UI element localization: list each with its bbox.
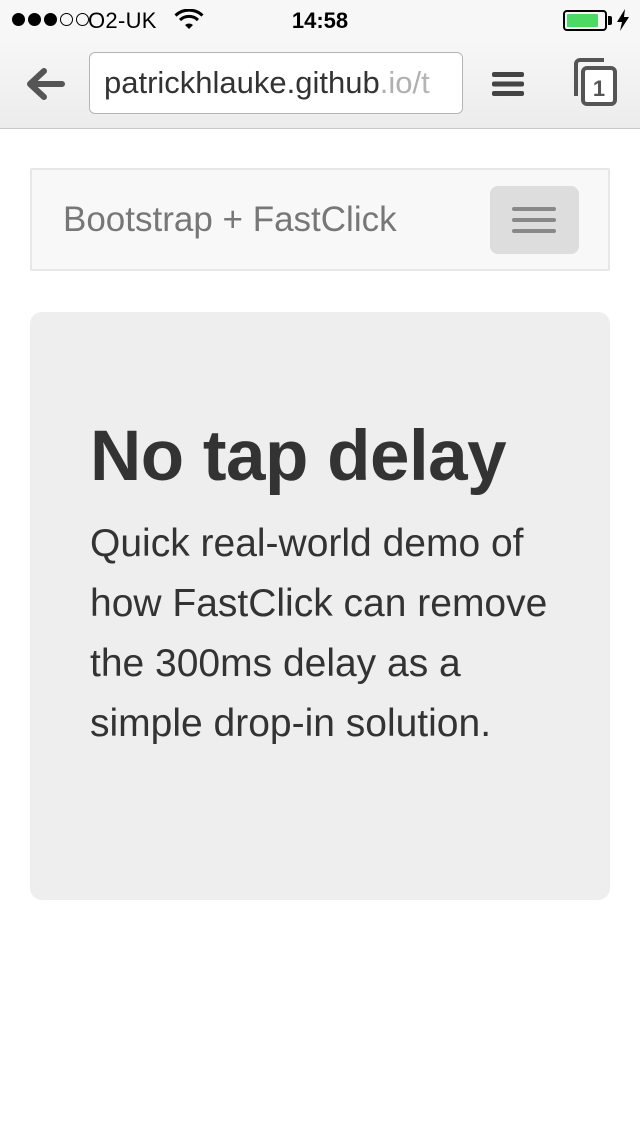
back-arrow-icon[interactable]	[22, 62, 66, 106]
navbar-toggle-button[interactable]	[490, 186, 579, 254]
navbar: Bootstrap + FastClick	[30, 168, 610, 271]
bolt-icon	[617, 9, 629, 31]
url-host: patrickhlauke.github	[104, 65, 380, 100]
tab-count: 1	[593, 76, 605, 101]
hamburger-icon	[512, 207, 556, 211]
lead-text: Quick real-world demo of how FastClick c…	[90, 522, 548, 745]
battery-tip	[608, 16, 612, 25]
page-headline: No tap delay	[90, 417, 507, 496]
status-bar: O2-UK 14:58	[0, 0, 640, 40]
status-time: 14:58	[291, 8, 349, 33]
jumbotron: No tap delay Quick real-world demo of ho…	[30, 312, 610, 900]
battery-icon	[563, 10, 607, 31]
address-bar[interactable]: patrickhlauke.github.io/t	[89, 52, 463, 114]
browser-toolbar: patrickhlauke.github.io/t 1	[0, 40, 640, 129]
tabs-icon: 1	[574, 58, 617, 106]
tab-switcher-button[interactable]: 1	[570, 56, 618, 108]
navbar-brand[interactable]: Bootstrap + FastClick	[63, 200, 397, 240]
menu-icon[interactable]	[490, 68, 526, 100]
